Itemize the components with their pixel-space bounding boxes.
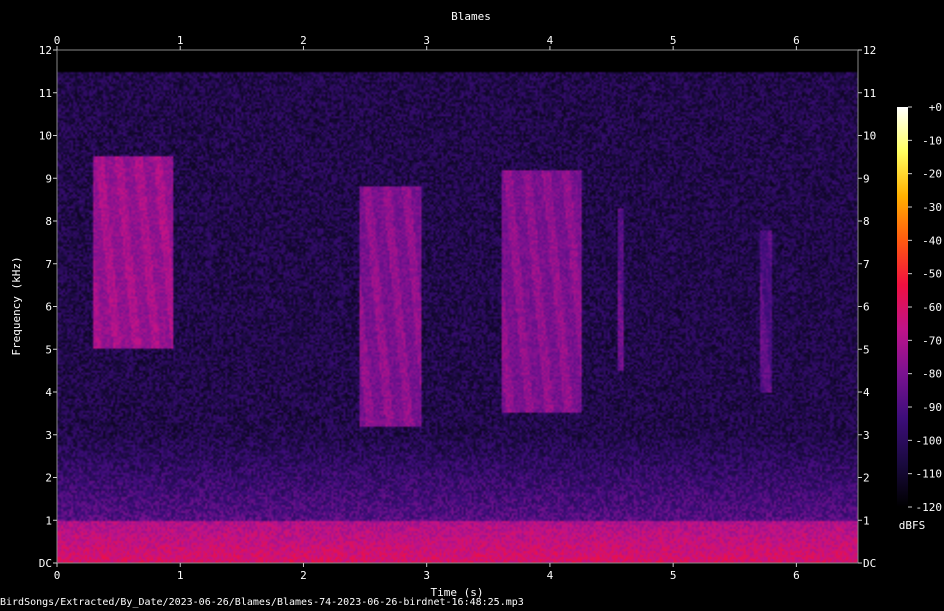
y-axis-label: Frequency (kHz) [10, 256, 23, 355]
x-tick-label: 6 [793, 569, 800, 582]
colorbar-tick-label: -60 [922, 301, 942, 314]
y-tick-label: 9 [45, 172, 52, 185]
y-tick-label: 12 [39, 44, 52, 57]
y-tick-label: 1 [863, 514, 870, 527]
y-tick-label: 5 [45, 343, 52, 356]
x-tick-label: 3 [423, 569, 430, 582]
y-axis-right: DC123456789101112 [858, 44, 876, 570]
x-tick-label: 1 [177, 569, 184, 582]
colorbar-tick-label: -120 [916, 501, 943, 514]
x-tick-label: 1 [177, 34, 184, 47]
y-tick-label: 8 [863, 215, 870, 228]
y-tick-label: 12 [863, 44, 876, 57]
y-tick-label: 9 [863, 172, 870, 185]
y-tick-label: 2 [863, 472, 870, 485]
y-tick-label: 11 [39, 87, 52, 100]
y-tick-label: 8 [45, 215, 52, 228]
x-tick-label: 4 [547, 569, 554, 582]
x-tick-label: 5 [670, 569, 677, 582]
y-tick-label: 3 [45, 429, 52, 442]
x-tick-label: 4 [547, 34, 554, 47]
chart-title: Blames [451, 10, 491, 23]
spectrogram-image [57, 50, 858, 563]
colorbar-tick-label: -10 [922, 134, 942, 147]
colorbar-tick-label: -20 [922, 168, 942, 181]
colorbar-tick-label: -50 [922, 268, 942, 281]
y-tick-label: 2 [45, 472, 52, 485]
spectrogram-chart: Blames 0123456 0123456 DC123456789101112… [10, 10, 942, 599]
y-tick-label: 10 [39, 130, 52, 143]
colorbar-tick-label: -90 [922, 401, 942, 414]
x-tick-label: 5 [670, 34, 677, 47]
x-axis-bottom: 0 1 2 3 4 5 6 [54, 563, 800, 582]
y-tick-label: 1 [45, 514, 52, 527]
colorbar-tick-label: -40 [922, 234, 942, 247]
y-tick-label: 10 [863, 130, 876, 143]
x-tick-label: 3 [423, 34, 430, 47]
y-axis-left: DC123456789101112 [39, 44, 57, 570]
y-tick-label: 11 [863, 87, 876, 100]
colorbar-label: dBFS [899, 519, 926, 532]
colorbar-ticks: +0 -10 -20 -30 -40 -50 -60 -70 -80 -90 -100 -110 -12… [908, 101, 942, 514]
x-tick-label: 0 [54, 569, 61, 582]
y-tick-label: 7 [45, 258, 52, 271]
colorbar-tick-label: -30 [922, 201, 942, 214]
y-tick-label: 6 [863, 301, 870, 314]
colorbar-tick-label: -80 [922, 368, 942, 381]
x-tick-label: 2 [300, 34, 307, 47]
colorbar-tick-label: -70 [922, 334, 942, 347]
y-tick-label: 4 [45, 386, 52, 399]
colorbar-tick-label: +0 [929, 101, 942, 114]
y-tick-label: DC [39, 557, 52, 570]
file-path: BirdSongs/Extracted/By_Date/2023-06-26/B… [0, 597, 524, 608]
x-axis-top: 0 1 2 3 4 5 6 [54, 34, 800, 50]
x-tick-label: 2 [300, 569, 307, 582]
colorbar-tick-label: -100 [916, 434, 943, 447]
y-tick-label: 4 [863, 386, 870, 399]
x-tick-label: 6 [793, 34, 800, 47]
y-tick-label: 3 [863, 429, 870, 442]
colorbar [897, 107, 908, 507]
y-tick-label: 6 [45, 301, 52, 314]
y-tick-label: 5 [863, 343, 870, 356]
colorbar-tick-label: -110 [916, 468, 943, 481]
y-tick-label: 7 [863, 258, 870, 271]
x-tick-label: 0 [54, 34, 61, 47]
y-tick-label: DC [863, 557, 876, 570]
